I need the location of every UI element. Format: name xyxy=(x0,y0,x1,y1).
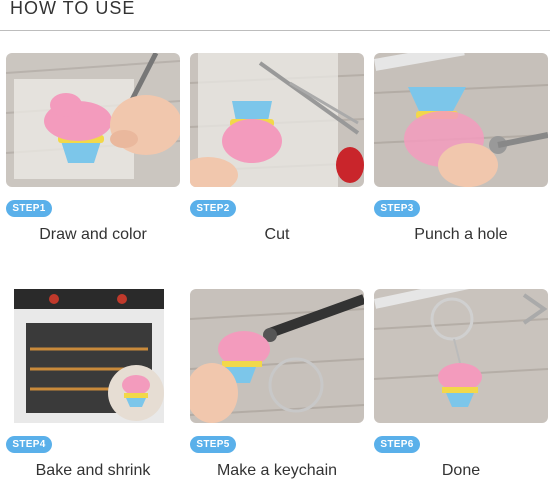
step-3-caption: Punch a hole xyxy=(414,226,508,243)
step-3-badge: STEP3 xyxy=(374,200,420,217)
step-3-photo xyxy=(374,53,548,187)
step-2-photo xyxy=(190,53,364,187)
title-divider xyxy=(0,30,550,31)
step-4-badge: STEP4 xyxy=(6,436,52,453)
step-1-photo xyxy=(6,53,180,187)
step-6-caption: Done xyxy=(441,462,481,479)
step-5-caption: Make a keychain xyxy=(216,462,338,479)
page-title: HOW TO USE xyxy=(10,0,136,18)
step-2-badge: STEP2 xyxy=(190,200,236,217)
step-4-photo xyxy=(6,289,180,423)
step-6-badge: STEP6 xyxy=(374,436,420,453)
step-5-photo xyxy=(190,289,364,423)
step-1-badge: STEP1 xyxy=(6,200,52,217)
step-1-caption: Draw and color xyxy=(39,226,147,243)
step-5-badge: STEP5 xyxy=(190,436,236,453)
step-6-photo xyxy=(374,289,548,423)
step-2-caption: Cut xyxy=(264,226,290,243)
step-4-caption: Bake and shrink xyxy=(35,462,151,479)
